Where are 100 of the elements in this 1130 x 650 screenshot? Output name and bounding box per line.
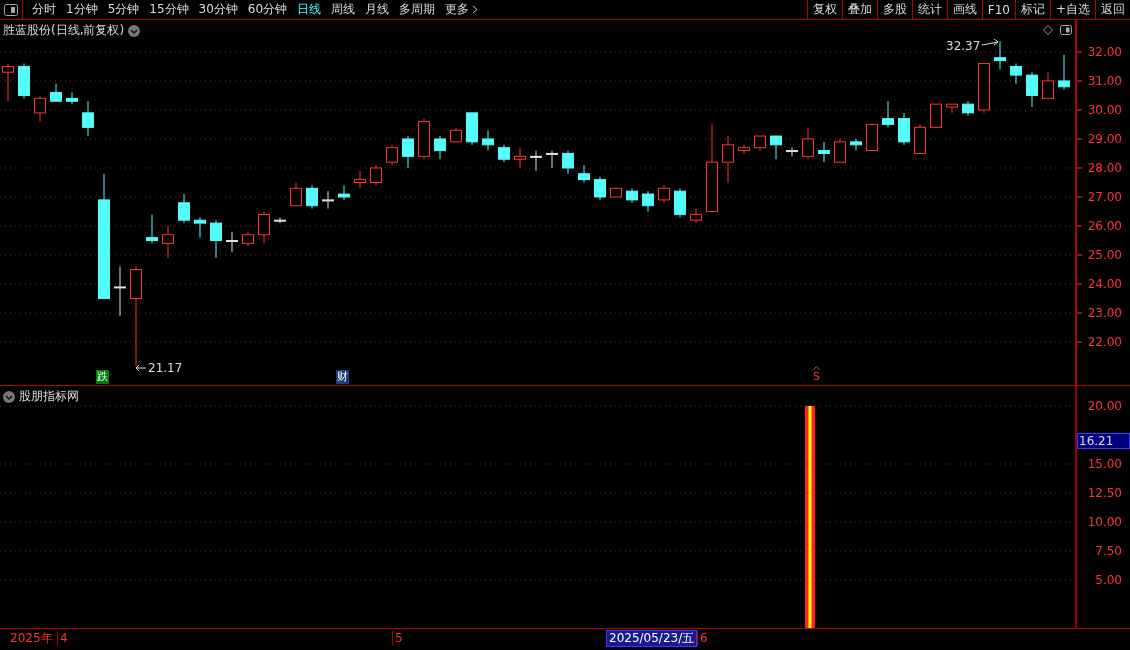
candlestick (946, 103, 958, 114)
time-label: 4 (57, 631, 70, 646)
chart-title: 胜蓝股份(日线,前复权) (3, 22, 125, 39)
indicator-tick: 5.00 (1095, 572, 1122, 588)
candlestick (482, 129, 494, 152)
candlestick (1010, 63, 1022, 85)
toolbar-button[interactable]: 标记 (1014, 0, 1050, 19)
candlestick (530, 150, 542, 172)
period-tab[interactable]: 分时 (27, 1, 61, 18)
candlestick (546, 150, 558, 169)
toolbar-button[interactable]: F10 (981, 0, 1015, 19)
indicator-tick: 15.00 (1087, 456, 1122, 472)
candlestick (786, 147, 798, 157)
candlestick (722, 135, 734, 183)
high-price-label: 32.37 (946, 39, 981, 53)
price-tick: 30.00 (1087, 101, 1122, 118)
high-arrow (981, 38, 999, 46)
candlestick (1058, 54, 1070, 91)
price-tick: 22.00 (1087, 334, 1122, 351)
toolbar-button[interactable]: 复权 (806, 0, 842, 19)
price-tick: 27.00 (1087, 189, 1122, 205)
period-tab[interactable]: 日线 (292, 1, 327, 18)
candlestick (770, 135, 782, 160)
candlestick (386, 144, 398, 166)
panel-toggle-icon[interactable] (4, 3, 18, 16)
period-tab[interactable]: 15分钟 (144, 1, 194, 18)
candlestick (114, 266, 126, 317)
candlestick (626, 187, 638, 204)
candlestick (914, 123, 926, 154)
indicator-tick: 7.50 (1095, 543, 1122, 559)
price-tick: 25.00 (1087, 247, 1122, 263)
candlestick (402, 135, 414, 169)
candlestick (658, 184, 670, 204)
candlestick (866, 123, 878, 152)
time-label: 6 (697, 631, 710, 646)
caret-icon (813, 366, 820, 370)
period-tab[interactable]: 月线 (360, 1, 395, 18)
candlestick (370, 164, 382, 186)
candlestick (210, 219, 222, 259)
price-tick: 32.00 (1087, 43, 1122, 60)
candlestick (802, 126, 814, 160)
candlestick (466, 112, 478, 146)
candlestick (690, 208, 702, 224)
toolbar-button[interactable]: 叠加 (841, 0, 877, 19)
indicator-tick: 20.00 (1087, 398, 1122, 414)
candlestick (642, 190, 654, 212)
candlestick (738, 144, 750, 154)
candlestick (290, 182, 302, 207)
indicator-tick: 10.00 (1087, 514, 1122, 530)
candlestick (562, 150, 574, 175)
price-tick: 23.00 (1087, 305, 1122, 322)
chart-marker: S (812, 370, 821, 384)
period-tab[interactable]: 周线 (326, 1, 361, 18)
toolbar-button[interactable]: 返回 (1095, 0, 1130, 19)
toolbar-button[interactable]: 统计 (911, 0, 947, 19)
candlestick (18, 63, 30, 99)
time-label: 2025/05/23/五 (606, 630, 698, 647)
candlestick (194, 216, 206, 239)
candlestick (50, 83, 62, 102)
chevron-down-icon[interactable] (128, 24, 141, 37)
candlestick (882, 100, 894, 128)
price-tick: 24.00 (1087, 276, 1122, 292)
period-tab[interactable]: 5分钟 (102, 1, 145, 18)
chart-marker: 财 (336, 370, 349, 384)
candlestick (418, 118, 430, 160)
period-tab[interactable]: 更多 (440, 1, 484, 18)
candlestick (978, 63, 990, 114)
chevron-down-icon[interactable] (3, 390, 15, 403)
low-arrow (135, 364, 147, 372)
toolbar-button[interactable]: +自选 (1049, 0, 1095, 19)
indicator-tick: 12.50 (1087, 485, 1122, 501)
period-tab[interactable]: 多周期 (394, 1, 441, 18)
candlestick (258, 211, 270, 244)
candlestick (898, 112, 910, 146)
period-tab[interactable]: 30分钟 (193, 1, 243, 18)
candlestick (338, 184, 350, 201)
candlestick (34, 94, 46, 123)
candlestick (306, 184, 318, 210)
candlestick (930, 103, 942, 128)
candlestick (82, 100, 94, 137)
chart-marker: 跌 (96, 370, 109, 384)
candlestick (850, 138, 862, 152)
candlestick (66, 92, 78, 105)
price-tick: 28.00 (1087, 159, 1122, 176)
candlestick (450, 126, 462, 143)
panel-toggle-icon[interactable] (1060, 25, 1072, 35)
period-tab[interactable]: 1分钟 (61, 1, 103, 18)
candlestick (818, 141, 830, 163)
candlestick (1042, 71, 1054, 99)
candlestick (578, 164, 590, 183)
candlestick (226, 231, 238, 253)
toolbar-button[interactable]: 多股 (876, 0, 912, 19)
candlestick (962, 100, 974, 117)
candlestick (594, 176, 606, 201)
period-tab[interactable]: 60分钟 (242, 1, 293, 18)
time-label: 2025年 (9, 631, 54, 646)
candlestick (178, 193, 190, 224)
diamond-icon[interactable] (1043, 25, 1053, 35)
candlestick (834, 138, 846, 163)
toolbar-button[interactable]: 画线 (946, 0, 982, 19)
